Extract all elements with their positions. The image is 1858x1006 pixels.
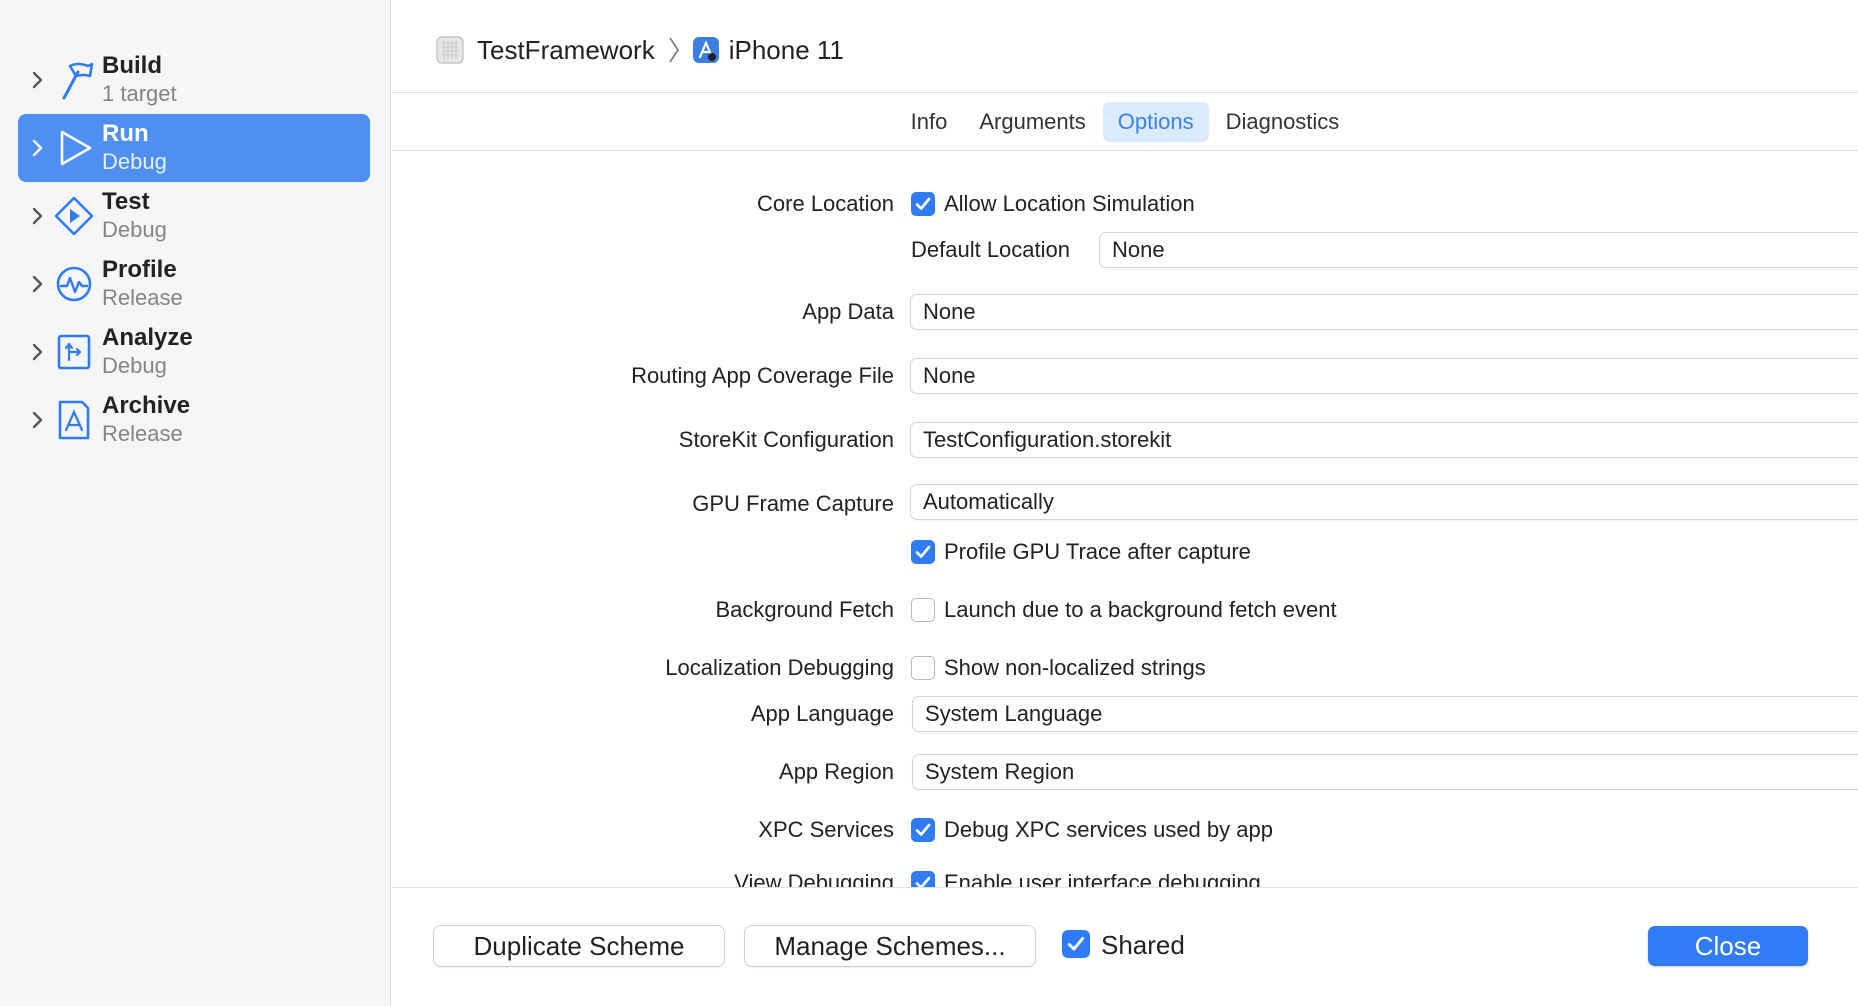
analyze-icon [57,334,91,370]
shared-checkbox[interactable] [1062,930,1090,958]
sidebar-item-build[interactable]: Build 1 target [18,46,370,114]
routing-coverage-label: Routing App Coverage File [631,363,894,388]
manage-schemes-button[interactable]: Manage Schemes... [745,926,1035,966]
app-region-label: App Region [779,759,894,784]
sidebar-item-subtitle: Debug [102,353,167,378]
sidebar-item-archive[interactable]: Archive Release [18,386,370,454]
chevron-right-icon[interactable] [26,408,48,432]
sidebar-item-subtitle: Debug [102,149,167,174]
profile-gpu-trace-checkbox[interactable] [911,540,935,564]
close-button[interactable]: Close [1648,926,1808,966]
debug-xpc-checkbox[interactable] [911,818,935,842]
gpu-frame-capture-value: Automatically [923,489,1054,514]
framework-icon [436,36,464,64]
sidebar-item-title: Archive [102,392,191,419]
app-region-value: System Region [925,759,1075,784]
routing-coverage-popup[interactable]: None [911,359,1858,393]
checkmark-icon [915,823,931,836]
scheme-actions-sidebar: Build 1 target Run Debug Test Debug Prof… [0,0,391,1006]
debug-xpc-label: Debug XPC services used by app [944,817,1273,842]
chevron-right-icon[interactable] [26,204,48,228]
default-location-popup[interactable]: None [1100,233,1858,267]
waveform-icon [56,266,92,302]
sidebar-item-title: Analyze [102,324,193,351]
checkmark-icon [1067,937,1085,951]
scheme-detail-pane: TestFramework iPhone 11 Info Arguments O… [392,0,1858,1006]
sidebar-item-title: Test [102,188,150,215]
breadcrumb-project[interactable]: TestFramework [477,35,655,66]
chevron-right-icon[interactable] [26,340,48,364]
app-language-popup[interactable]: System Language [913,697,1858,731]
tab-options[interactable]: Options [1102,102,1209,142]
sidebar-item-subtitle: Release [102,285,183,310]
chevron-right-icon[interactable] [26,68,48,92]
sidebar-item-test[interactable]: Test Debug [18,182,370,250]
sidebar-item-subtitle: Debug [102,217,167,242]
core-location-label: Core Location [757,191,894,216]
tab-info[interactable]: Info [896,102,963,142]
hammer-icon [62,62,94,100]
checkmark-icon [915,545,931,558]
localization-debugging-label: Localization Debugging [665,655,894,680]
gpu-frame-capture-label: GPU Frame Capture [692,491,894,516]
background-fetch-option-label: Launch due to a background fetch event [944,597,1337,622]
sidebar-item-run[interactable]: Run Debug [18,114,370,182]
breadcrumb: TestFramework iPhone 11 [435,30,844,70]
sidebar-item-title: Build [102,52,162,79]
show-nonlocalized-checkbox[interactable] [911,656,935,680]
header-divider [392,92,1858,93]
storekit-configuration-popup[interactable]: TestConfiguration.storekit [911,423,1858,457]
sidebar-item-title: Profile [102,256,177,283]
view-debugging-label: View Debugging [734,870,894,887]
allow-location-simulation-label: Allow Location Simulation [944,191,1195,216]
chevron-right-icon[interactable] [26,272,48,296]
storekit-configuration-label: StoreKit Configuration [678,427,894,452]
sidebar-item-analyze[interactable]: Analyze Debug [18,318,370,386]
sidebar-item-subtitle: Release [102,421,183,446]
allow-location-simulation-checkbox[interactable] [911,192,935,216]
show-nonlocalized-label: Show non-localized strings [944,655,1206,680]
tab-bar: Info Arguments Options Diagnostics [392,102,1858,142]
app-language-label: App Language [750,701,894,726]
duplicate-scheme-button[interactable]: Duplicate Scheme [434,926,724,966]
sidebar-item-profile[interactable]: Profile Release [18,250,370,318]
play-icon [60,130,92,166]
xpc-services-label: XPC Services [758,817,894,842]
profile-gpu-trace-label: Profile GPU Trace after capture [944,539,1251,564]
breadcrumb-device[interactable]: iPhone 11 [729,35,844,66]
scheme-editor-window: Build 1 target Run Debug Test Debug Prof… [0,0,1858,1006]
background-fetch-label: Background Fetch [715,597,894,622]
enable-ui-debugging-checkbox[interactable] [911,871,935,887]
default-location-value: None [1112,237,1165,262]
default-location-label: Default Location [911,237,1070,262]
chevron-right-icon[interactable] [26,136,48,160]
tab-diagnostics[interactable]: Diagnostics [1211,102,1355,142]
test-diamond-icon [54,196,94,236]
footer-bar: Duplicate Scheme Manage Schemes... Share… [392,888,1858,1006]
checkmark-icon [915,197,931,210]
gpu-frame-capture-popup[interactable]: Automatically [911,485,1858,519]
clipped-row-container: View Debugging Enable user interface deb… [392,860,1858,887]
app-data-popup[interactable]: None [911,295,1858,329]
breadcrumb-separator-icon [669,37,679,63]
shared-label: Shared [1101,930,1185,960]
simulator-app-icon [692,37,719,63]
app-data-label: App Data [802,299,894,324]
app-language-value: System Language [925,701,1103,726]
sidebar-item-subtitle: 1 target [102,81,177,106]
app-region-popup[interactable]: System Region [913,755,1858,789]
tab-arguments[interactable]: Arguments [964,102,1100,142]
storekit-configuration-value: TestConfiguration.storekit [923,427,1172,452]
checkmark-icon [915,876,931,887]
sidebar-item-title: Run [102,120,149,147]
enable-ui-debugging-label: Enable user interface debugging [944,870,1261,887]
archive-app-icon [58,400,90,440]
tabs-divider [392,150,1858,151]
routing-coverage-value: None [923,363,976,388]
background-fetch-checkbox[interactable] [911,598,935,622]
app-data-value: None [923,299,976,324]
